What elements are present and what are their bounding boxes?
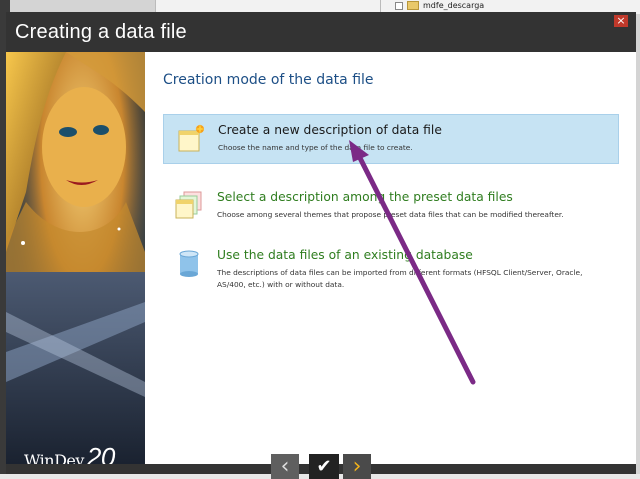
chevron-right-icon: › (352, 453, 362, 479)
option-title: Create a new description of data file (218, 123, 442, 137)
chevron-left-icon: ‹ (280, 453, 290, 479)
finish-button[interactable]: ✔ (309, 454, 339, 479)
windev-artwork-image (6, 52, 145, 464)
option-description: Choose the name and type of the data fil… (218, 143, 413, 152)
database-icon (179, 250, 199, 277)
option-title: Select a description among the preset da… (217, 190, 513, 204)
preset-files-icon (175, 191, 202, 219)
option-preset-description[interactable]: Select a description among the preset da… (163, 182, 619, 232)
close-button[interactable]: × (614, 15, 628, 27)
option-description: Choose among several themes that propose… (217, 210, 564, 219)
ide-tree-item-label: mdfe_descarga (423, 1, 485, 10)
wizard-side-image: WinDev 20 (6, 52, 145, 464)
option-existing-database[interactable]: Use the data files of an existing databa… (163, 240, 619, 300)
windev-logo: WinDev 20 (24, 442, 115, 464)
expand-icon (395, 1, 403, 10)
wizard-content: Creation mode of the data file Create a … (145, 52, 636, 464)
option-title: Use the data files of an existing databa… (217, 248, 473, 262)
new-file-icon (178, 124, 204, 152)
checkmark-icon: ✔ (316, 456, 332, 477)
previous-button[interactable]: ‹ (271, 454, 299, 479)
section-title: Creation mode of the data file (163, 72, 374, 88)
dialog-title: Creating a data file (15, 21, 187, 43)
folder-icon (407, 1, 419, 10)
option-description: The descriptions of data files can be im… (217, 268, 583, 289)
ide-tree-item[interactable]: mdfe_descarga (395, 1, 484, 10)
create-data-file-dialog: Creating a data file × WinDev 20 Creatio… (6, 12, 636, 479)
next-button[interactable]: › (343, 454, 371, 479)
option-new-description[interactable]: Create a new description of data file Ch… (163, 114, 619, 164)
